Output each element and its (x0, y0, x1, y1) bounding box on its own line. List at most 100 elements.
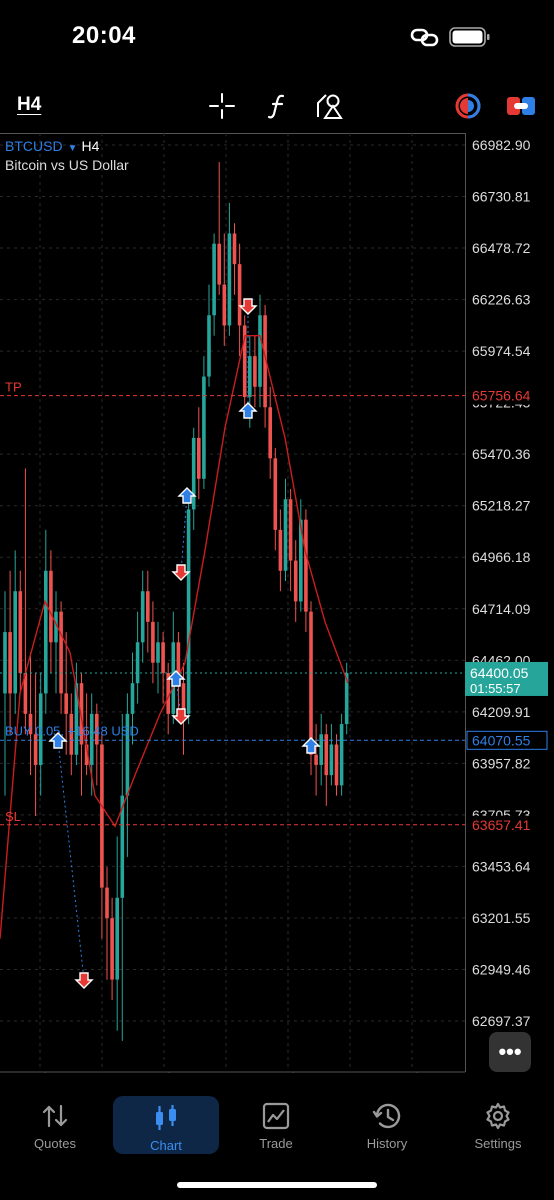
tab-history[interactable]: History (334, 1092, 440, 1154)
candle-body (314, 754, 318, 765)
candle-body (288, 499, 293, 561)
candle-body (283, 499, 288, 571)
candle-body (248, 356, 252, 398)
tab-settings[interactable]: Settings (445, 1092, 551, 1154)
history-icon (372, 1103, 401, 1129)
price-tick-label: 66730.81 (472, 189, 531, 205)
candle-body (197, 437, 201, 479)
price-tick-label: 65470.36 (472, 446, 531, 462)
symbol-name: BTCUSD (5, 138, 63, 154)
tp-label: TP (5, 380, 22, 395)
buy-arrow-icon (238, 402, 258, 419)
symbol-description: Bitcoin vs US Dollar (5, 157, 129, 173)
objects-button[interactable] (314, 90, 346, 122)
candle-body (222, 284, 227, 326)
price-tick-label: 63957.82 (472, 755, 531, 771)
quotes-icon (42, 1104, 68, 1128)
candle-body (156, 642, 160, 663)
crosshair-button[interactable] (206, 90, 238, 122)
price-tick-label: 63201.55 (472, 910, 531, 926)
tab-chart[interactable]: Chart (113, 1096, 219, 1154)
price-tick-label: 64966.18 (472, 549, 531, 565)
price-tick-label: 66226.63 (472, 292, 531, 308)
candle-body (186, 509, 191, 714)
chart-icon (156, 1105, 176, 1130)
symbol-header[interactable]: BTCUSD ▼ H4 (5, 138, 99, 154)
candle-body (64, 693, 68, 714)
trade-signals-button[interactable] (452, 90, 484, 122)
candle-body (207, 315, 211, 377)
candle-body (273, 458, 278, 530)
candle-body (191, 437, 196, 510)
shapes-icon (317, 94, 343, 119)
indicators-button[interactable] (262, 90, 294, 122)
candle-body (334, 744, 339, 786)
candle-body (49, 570, 53, 643)
candle-body (268, 407, 272, 459)
more-menu-button[interactable]: ••• (489, 1032, 531, 1072)
candle-body (293, 560, 298, 602)
candle-body (217, 243, 221, 285)
candle-body (135, 642, 140, 684)
tp-price-label: 65756.64 (472, 388, 531, 404)
time-tick-label: 27 Jul 20:00 (419, 1071, 495, 1073)
tab-trade[interactable]: Trade (223, 1092, 329, 1154)
crosshair-icon (209, 93, 235, 119)
price-chart[interactable]: 66982.90 66730.81 66478.72 66226.63 65974.54… (0, 133, 554, 1073)
battery-icon (449, 27, 490, 47)
chart-toolbar: H4 (0, 84, 554, 128)
candle-body (237, 264, 242, 326)
candle-body (319, 734, 323, 765)
home-indicator (177, 1182, 377, 1188)
price-tick-label: 62697.37 (472, 1013, 531, 1029)
sl-price-label: 63657.41 (472, 817, 531, 833)
candle-body (18, 591, 23, 673)
tab-settings-label: Settings (474, 1136, 522, 1151)
tab-history-label: History (366, 1136, 408, 1151)
candle-body (146, 591, 150, 622)
candle-body (89, 713, 94, 765)
one-click-icon (507, 97, 535, 115)
candle-body (161, 642, 165, 673)
candle-body (232, 233, 237, 265)
time-tick-label: 15 Jul 20:00 (47, 1071, 123, 1073)
tab-trade-label: Trade (259, 1136, 293, 1151)
candle-body (140, 591, 145, 643)
trade-link-line (57, 740, 85, 981)
candle-body (110, 918, 114, 980)
one-click-trading-button[interactable] (505, 90, 537, 122)
trade-icon (262, 1102, 290, 1130)
candle-body (329, 744, 334, 776)
candle-body (105, 887, 109, 919)
candle-body (278, 529, 283, 571)
sell-arrow-icon (171, 708, 191, 725)
candle-body (151, 621, 155, 663)
bottom-tab-bar: Quotes Chart Trade History Settings (0, 1092, 554, 1164)
price-tick-label: 66478.72 (472, 240, 531, 256)
timeframe-selector[interactable]: H4 (17, 94, 41, 116)
tab-quotes-label: Quotes (34, 1136, 76, 1151)
trade-link-line (180, 495, 188, 573)
status-time: 20:04 (72, 22, 136, 49)
settings-icon (486, 1102, 510, 1130)
chart-timeframe: H4 (81, 138, 100, 154)
sell-arrow-icon (74, 972, 94, 989)
sell-arrow-icon (238, 298, 258, 315)
symbol-dropdown-icon: ▼ (67, 143, 78, 154)
tab-quotes[interactable]: Quotes (2, 1092, 108, 1154)
candle-body (227, 233, 232, 326)
time-tick-label: 19 Jul 20:00 (171, 1071, 247, 1073)
status-bar: 20:04 (0, 0, 554, 80)
candle-body (3, 632, 7, 694)
position-price-label: 64070.55 (472, 732, 531, 748)
candle-body (13, 591, 17, 694)
candle-body (339, 724, 344, 786)
price-tick-label: 64714.09 (472, 601, 531, 617)
candle-body (202, 376, 206, 479)
price-tick-label: 65218.27 (472, 498, 531, 514)
price-tick-label: 66982.90 (472, 137, 531, 153)
candle-body (258, 315, 262, 387)
candle-body (212, 243, 216, 316)
candle-body (33, 734, 38, 765)
current-price-label: 64400.05 (470, 665, 529, 681)
